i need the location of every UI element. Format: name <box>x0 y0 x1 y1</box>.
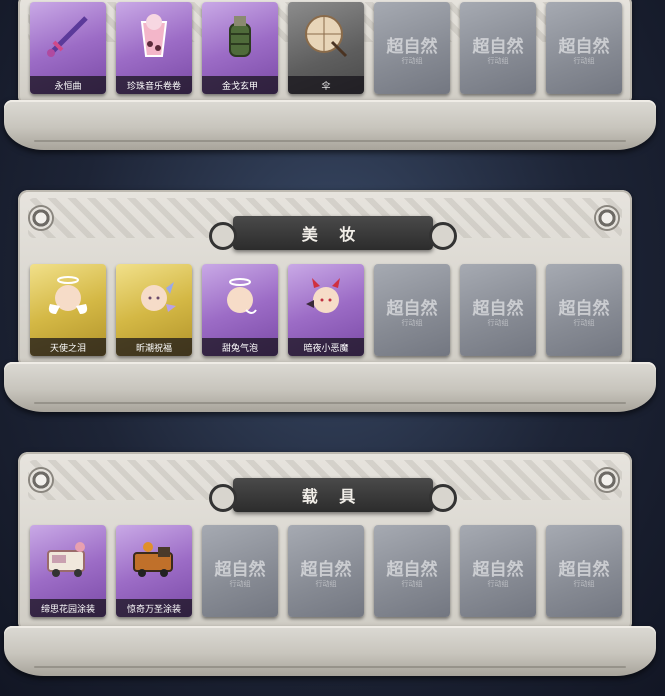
watermark-subtitle: 行动组 <box>573 57 595 65</box>
watermark-subtitle: 行动组 <box>487 580 509 588</box>
item-slot[interactable]: 惊奇万圣涂装 <box>116 525 192 617</box>
item-slot[interactable]: 缔思花园涂装 <box>30 525 106 617</box>
item-slot[interactable]: 天使之泪 <box>30 264 106 356</box>
empty-slot: 超自然 行动组 <box>546 525 622 617</box>
compass-ornament-icon <box>596 207 618 229</box>
compass-ornament-icon <box>596 469 618 491</box>
item-label: 缔思花园涂装 <box>30 599 106 617</box>
item-row-1: 永恒曲 珍珠音乐卷卷 金戈玄甲 伞 超自然 行动组 超自然 行动组 超自然 行动… <box>30 2 622 94</box>
item-row-2: 天使之泪 昕潮祝福 甜兔气泡 暗夜小恶魔 超自然 行动组 超自然 行动组 超自然… <box>30 264 622 356</box>
item-slot[interactable]: 甜兔气泡 <box>202 264 278 356</box>
watermark-logo: 超自然 <box>472 37 524 57</box>
watermark-subtitle: 行动组 <box>573 319 595 327</box>
item-label: 金戈玄甲 <box>202 76 278 94</box>
item-row-3: 缔思花园涂装 惊奇万圣涂装 超自然 行动组 超自然 行动组 超自然 行动组 超自… <box>30 525 622 617</box>
devil-face-icon <box>302 274 350 322</box>
watermark-logo: 超自然 <box>214 560 266 580</box>
watermark-subtitle: 行动组 <box>487 57 509 65</box>
empty-slot: 超自然 行动组 <box>546 264 622 356</box>
watermark-logo: 超自然 <box>300 560 352 580</box>
bunny-face-icon <box>216 274 264 322</box>
compass-ornament-icon <box>30 207 52 229</box>
watermark-subtitle: 行动组 <box>573 580 595 588</box>
section-title-banner: 美 妆 <box>208 216 457 250</box>
food-truck-icon <box>44 535 92 583</box>
item-label: 暗夜小恶魔 <box>288 338 364 356</box>
halloween-truck-icon <box>130 535 178 583</box>
scroll-bottom-roll <box>4 100 656 150</box>
watermark-subtitle: 行动组 <box>401 57 423 65</box>
item-slot[interactable]: 珍珠音乐卷卷 <box>116 2 192 94</box>
item-label: 珍珠音乐卷卷 <box>116 76 192 94</box>
watermark-subtitle: 行动组 <box>401 319 423 327</box>
item-slot[interactable]: 昕潮祝福 <box>116 264 192 356</box>
section-title-banner: 载 具 <box>208 478 457 512</box>
watermark-subtitle: 行动组 <box>401 580 423 588</box>
item-slot[interactable]: 伞 <box>288 2 364 94</box>
item-label: 天使之泪 <box>30 338 106 356</box>
grenade-icon <box>216 12 264 60</box>
drink-cup-icon <box>130 12 178 60</box>
scroll-bottom-roll <box>4 626 656 676</box>
watermark-logo: 超自然 <box>558 560 610 580</box>
sword-icon <box>44 12 92 60</box>
item-slot[interactable]: 暗夜小恶魔 <box>288 264 364 356</box>
watermark-logo: 超自然 <box>558 37 610 57</box>
item-label: 永恒曲 <box>30 76 106 94</box>
empty-slot: 超自然 行动组 <box>374 525 450 617</box>
angel-face-icon <box>44 274 92 322</box>
watermark-subtitle: 行动组 <box>487 319 509 327</box>
empty-slot: 超自然 行动组 <box>374 264 450 356</box>
item-label: 甜兔气泡 <box>202 338 278 356</box>
scroll-bottom-roll <box>4 362 656 412</box>
empty-slot: 超自然 行动组 <box>460 525 536 617</box>
empty-slot: 超自然 行动组 <box>460 264 536 356</box>
compass-ornament-icon <box>30 469 52 491</box>
item-label: 惊奇万圣涂装 <box>116 599 192 617</box>
item-slot[interactable]: 永恒曲 <box>30 2 106 94</box>
empty-slot: 超自然 行动组 <box>546 2 622 94</box>
empty-slot: 超自然 行动组 <box>202 525 278 617</box>
watermark-logo: 超自然 <box>558 299 610 319</box>
item-label: 伞 <box>288 76 364 94</box>
umbrella-icon <box>302 12 350 60</box>
watermark-logo: 超自然 <box>386 560 438 580</box>
empty-slot: 超自然 行动组 <box>288 525 364 617</box>
watermark-logo: 超自然 <box>386 299 438 319</box>
watermark-subtitle: 行动组 <box>315 580 337 588</box>
crystal-face-icon <box>130 274 178 322</box>
watermark-subtitle: 行动组 <box>229 580 251 588</box>
item-label: 昕潮祝福 <box>116 338 192 356</box>
empty-slot: 超自然 行动组 <box>374 2 450 94</box>
watermark-logo: 超自然 <box>472 299 524 319</box>
watermark-logo: 超自然 <box>472 560 524 580</box>
watermark-logo: 超自然 <box>386 37 438 57</box>
item-slot[interactable]: 金戈玄甲 <box>202 2 278 94</box>
empty-slot: 超自然 行动组 <box>460 2 536 94</box>
